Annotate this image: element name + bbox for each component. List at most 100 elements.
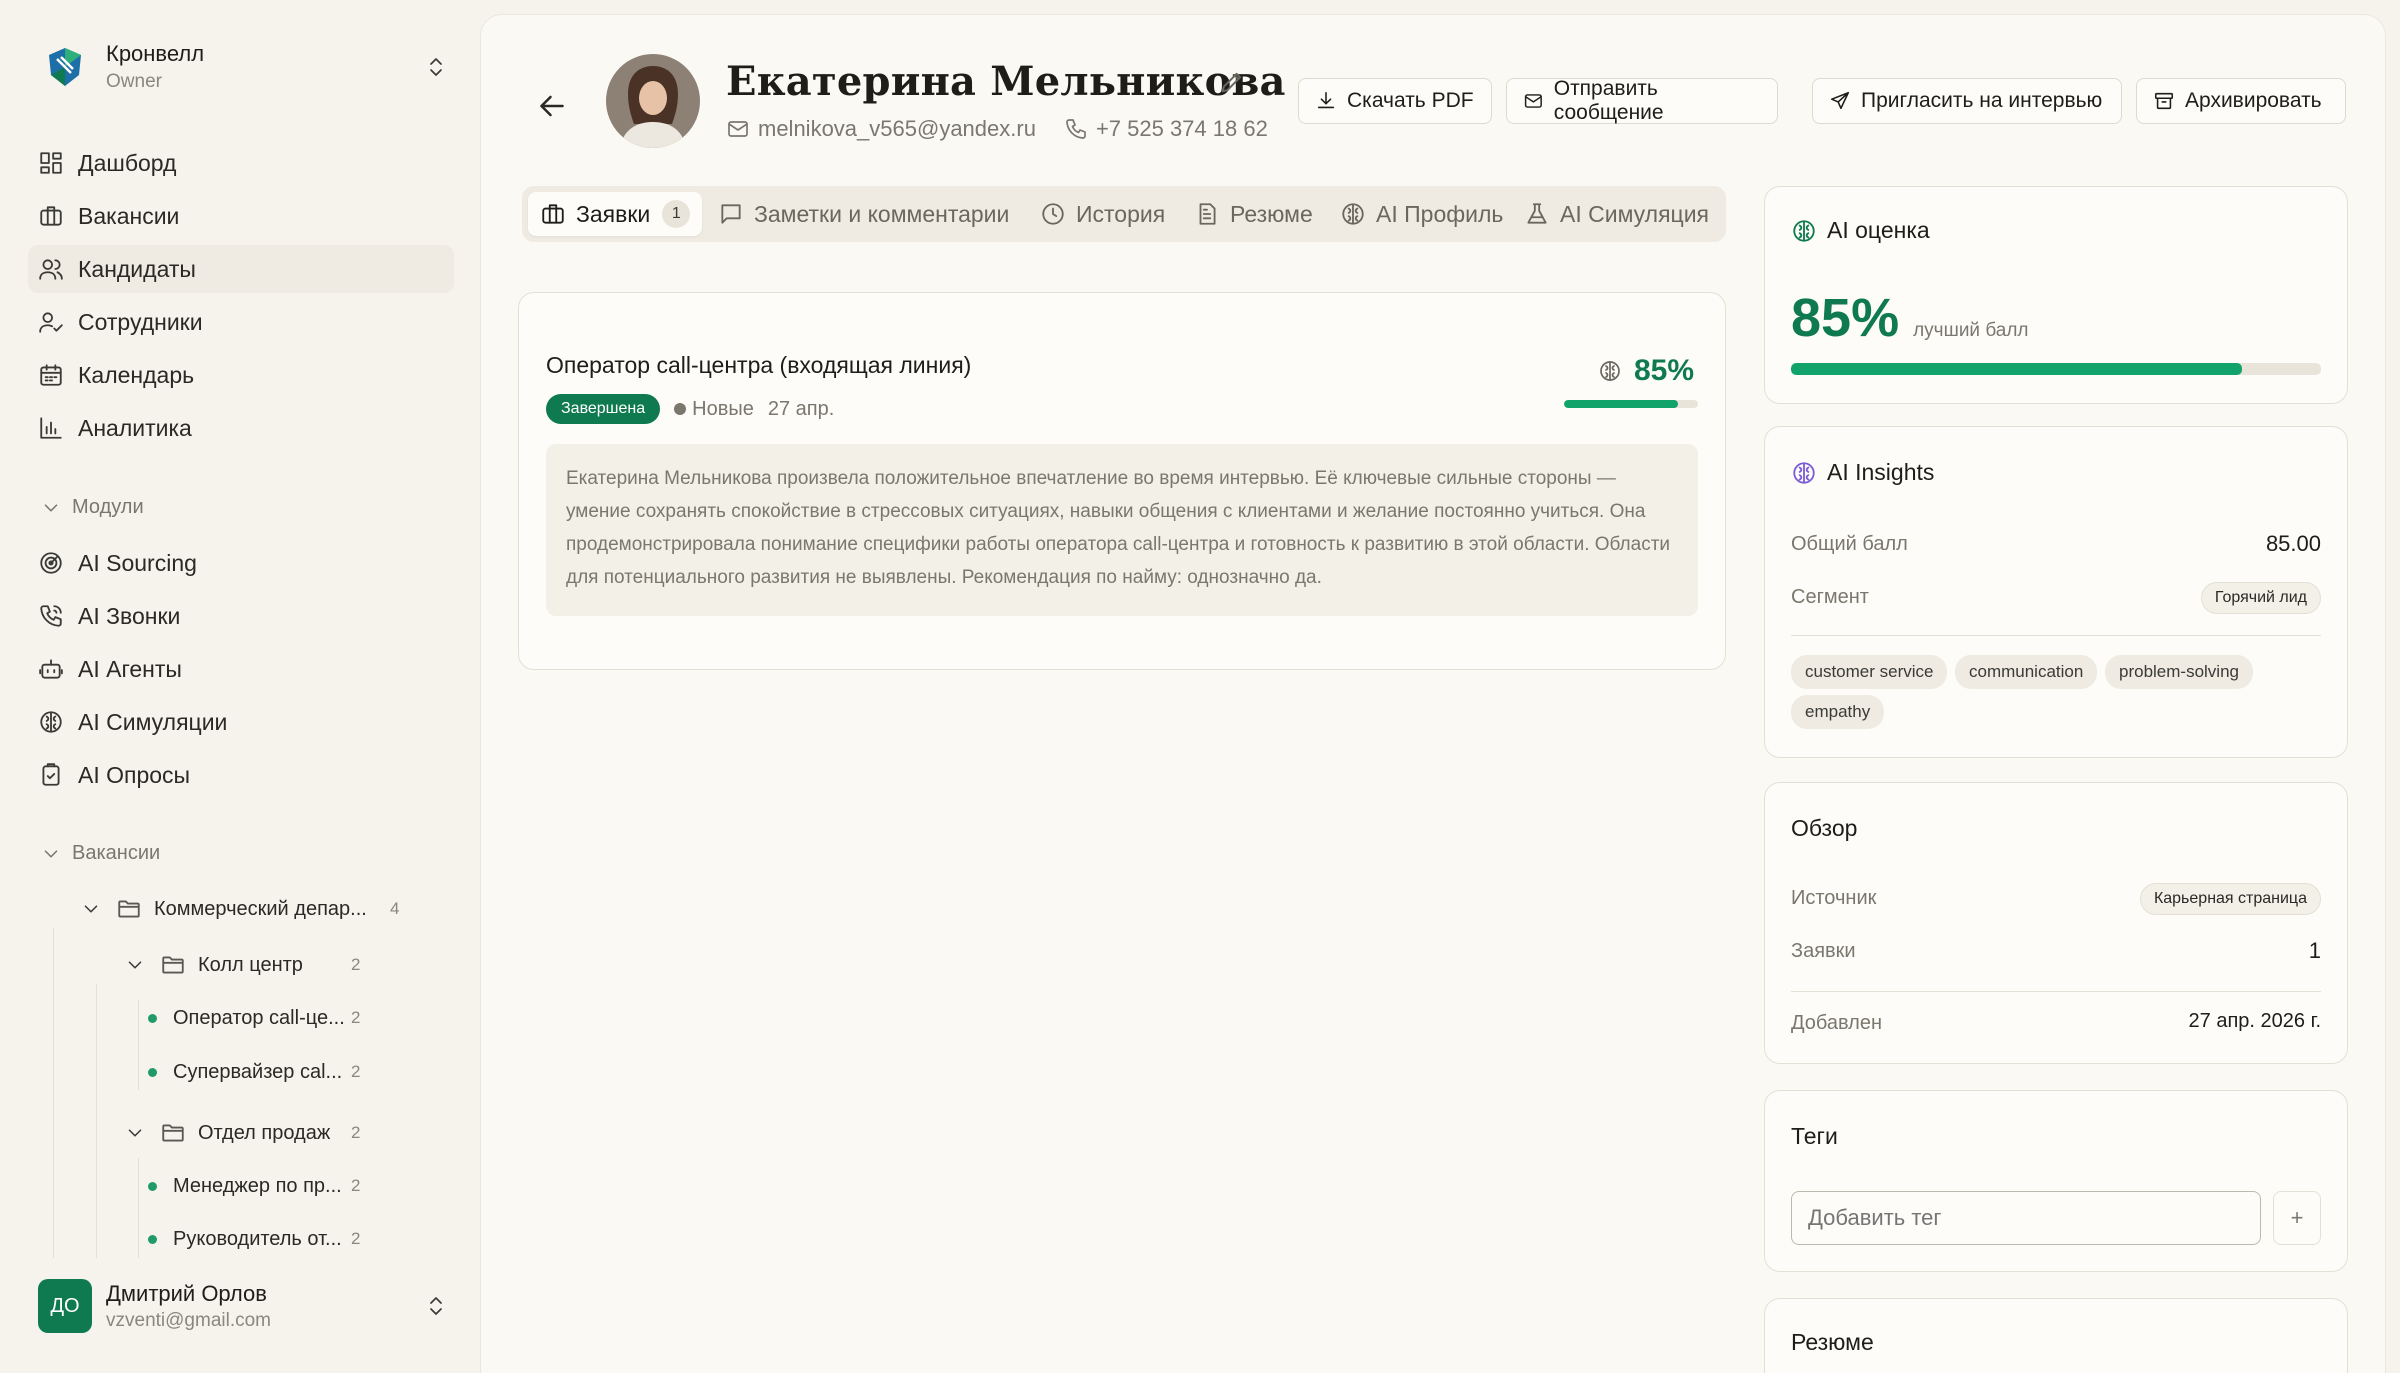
nav-label: AI Опросы	[78, 761, 191, 788]
application-score: 85%	[1598, 354, 1694, 388]
folder-icon	[162, 1124, 184, 1142]
add-tag-input[interactable]	[1791, 1191, 2261, 1245]
tab-ai-simulation[interactable]: AI Симуляция	[1524, 192, 1709, 236]
tab-resume[interactable]: Резюме	[1194, 192, 1313, 236]
brain-icon	[1793, 219, 1815, 242]
modules-section-toggle[interactable]: Модули	[40, 496, 144, 519]
nav-label: Дашборд	[78, 149, 177, 176]
vacancies-section-toggle[interactable]: Вакансии	[40, 842, 160, 865]
ai-score-bar	[1791, 363, 2321, 375]
application-stage: Новые	[692, 397, 754, 420]
tree-count: 2	[351, 1008, 361, 1027]
tree-guide-line	[138, 1158, 139, 1258]
nav-label: AI Sourcing	[78, 549, 197, 576]
add-tag-button[interactable]: +	[2273, 1191, 2321, 1245]
nav-label: Календарь	[78, 361, 195, 388]
application-meta: Завершена Новые 27 апр.	[546, 394, 834, 424]
tags-title: Теги	[1791, 1123, 1838, 1149]
overview-card: Обзор Источник Карьерная страница Заявки…	[1764, 782, 2348, 1064]
segment-badge: Горячий лид	[2200, 582, 2321, 614]
phone-call-icon	[40, 605, 62, 627]
nav-item-calendar[interactable]: Календарь	[28, 351, 454, 399]
file-text-icon	[1199, 203, 1216, 225]
tree-folder-commercial[interactable]: Коммерческий депар... 4	[80, 886, 410, 932]
tree-label: Коммерческий депар...	[154, 897, 367, 920]
nav-item-ai-simulations[interactable]: AI Симуляции	[28, 698, 454, 746]
tree-vacancy-manager[interactable]: Менеджер по пр... 2	[148, 1163, 364, 1209]
nav-item-ai-calls[interactable]: AI Звонки	[28, 592, 454, 640]
skill-tag: customer service	[1791, 655, 1948, 689]
tab-applications[interactable]: Заявки 1	[528, 192, 703, 236]
status-dot	[148, 1067, 157, 1077]
send-message-button[interactable]: Отправить сообщение	[1506, 77, 1778, 124]
candidate-email[interactable]: melnikova_v565@yandex.ru	[758, 116, 1036, 142]
ai-score-value: 85%	[1791, 288, 1900, 348]
tab-label: Резюме	[1230, 200, 1313, 227]
folder-icon	[162, 956, 184, 974]
application-title[interactable]: Оператор call-центра (входящая линия)	[546, 352, 971, 379]
briefcase-icon	[542, 204, 564, 224]
status-dot	[148, 1181, 157, 1191]
mail-icon	[1524, 94, 1542, 108]
nav-item-ai-sourcing[interactable]: AI Sourcing	[28, 539, 454, 587]
pencil-icon[interactable]	[1218, 68, 1246, 96]
tree-vacancy-operator[interactable]: Оператор call-це... 2	[148, 995, 364, 1041]
tree-vacancy-supervisor[interactable]: Супервайзер cal... 2	[148, 1049, 364, 1095]
skill-tag: communication	[1955, 655, 2098, 689]
chevron-down-icon	[128, 961, 142, 969]
nav-label: Сотрудники	[78, 308, 203, 335]
briefcase-icon	[40, 206, 62, 226]
nav-item-candidates[interactable]: Кандидаты	[28, 245, 454, 293]
application-score-bar-fill	[1564, 400, 1678, 408]
overview-title: Обзор	[1791, 815, 1858, 841]
applications-label: Заявки	[1791, 940, 1856, 962]
applications-value: 1	[2308, 938, 2321, 963]
brain-icon	[1342, 203, 1364, 225]
tab-history[interactable]: История	[1040, 192, 1165, 236]
clock-icon	[1042, 203, 1064, 225]
candidate-phone[interactable]: +7 525 374 18 62	[1096, 116, 1268, 142]
tab-notes[interactable]: Заметки и комментарии	[718, 192, 1009, 236]
skill-tag: problem-solving	[2105, 655, 2253, 689]
user-check-icon	[39, 312, 63, 333]
nav-item-vacancies[interactable]: Вакансии	[28, 192, 454, 240]
nav-label: Кандидаты	[78, 255, 196, 282]
tab-label: История	[1076, 200, 1166, 227]
chevron-down-icon	[44, 849, 58, 858]
tree-folder-sales[interactable]: Отдел продаж 2	[124, 1110, 364, 1156]
download-pdf-button[interactable]: Скачать PDF	[1298, 78, 1492, 124]
brain-icon	[40, 711, 62, 733]
archive-label: Архивировать	[2185, 89, 2322, 112]
back-arrow-icon[interactable]	[534, 88, 570, 124]
nav-item-employees[interactable]: Сотрудники	[28, 298, 454, 346]
org-name: Кронвелл	[106, 41, 205, 66]
users-icon	[39, 259, 63, 280]
nav-item-analytics[interactable]: Аналитика	[28, 404, 454, 452]
divider	[1791, 635, 2321, 636]
user-name: Дмитрий Орлов	[106, 1280, 267, 1306]
nav-item-ai-agents[interactable]: AI Агенты	[28, 645, 454, 693]
tab-ai-profile[interactable]: AI Профиль	[1340, 192, 1503, 236]
resume-card: Резюме	[1764, 1298, 2348, 1373]
user-switcher[interactable]: ДО Дмитрий Орлов vzventi@gmail.com	[38, 1276, 448, 1336]
application-score-bar	[1564, 400, 1698, 408]
tree-vacancy-head[interactable]: Руководитель от... 2	[148, 1216, 364, 1262]
nav-item-dashboard[interactable]: Дашборд	[28, 139, 454, 187]
modules-section-label: Модули	[72, 496, 144, 518]
tree-count: 4	[390, 899, 400, 918]
download-icon	[1317, 91, 1335, 109]
ai-score-card: AI оценка 85% лучший балл	[1764, 186, 2348, 404]
ai-score-bar-fill	[1791, 363, 2242, 375]
nav-item-ai-surveys[interactable]: AI Опросы	[28, 751, 454, 799]
total-score-label: Общий балл	[1791, 533, 1908, 555]
tree-folder-callcenter[interactable]: Колл центр 2	[124, 942, 364, 988]
tab-label: AI Профиль	[1376, 200, 1504, 227]
org-switcher[interactable]: Кронвелл Owner	[38, 34, 448, 100]
message-square-icon	[721, 204, 741, 224]
bot-icon	[39, 659, 63, 679]
radar-icon	[40, 552, 62, 574]
invite-interview-button[interactable]: Пригласить на интервью	[1812, 78, 2122, 124]
archive-button[interactable]: Архивировать	[2136, 78, 2346, 124]
added-label: Добавлен	[1791, 1012, 1883, 1034]
org-role: Owner	[106, 71, 162, 92]
